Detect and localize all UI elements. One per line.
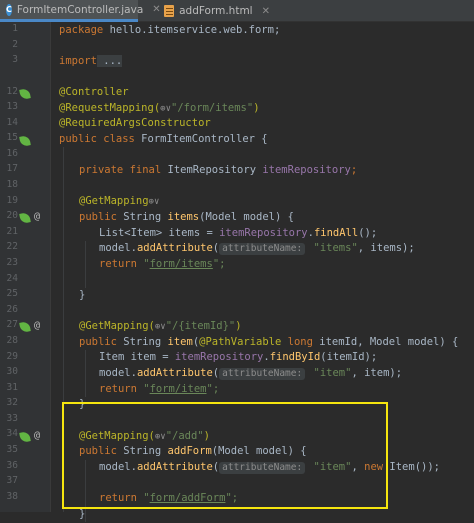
line-number: 21 [6, 226, 18, 237]
line-number: 25 [6, 288, 18, 299]
java-class-icon: C [6, 3, 12, 16]
line-number: 3 [12, 54, 18, 65]
line-number: 34 [6, 428, 18, 439]
line-number: 27 [6, 319, 18, 330]
line-number: 2 [12, 39, 18, 50]
globe-icon[interactable]: ⊕∨ [149, 195, 160, 211]
line-number: 20 [6, 210, 18, 221]
line-number: 17 [6, 163, 18, 174]
code-line-21: public String items(Model model) { [79, 211, 294, 223]
code-line-1: package hello.itemservice.web.form; [59, 24, 281, 36]
tab-label: FormItemController.java [16, 3, 144, 16]
line-number: 37 [6, 475, 18, 486]
line-number: 28 [6, 335, 18, 346]
html-file-icon [164, 5, 175, 17]
line-number: 24 [6, 273, 18, 284]
code-line-18: private final ItemRepository itemReposit… [79, 164, 358, 176]
close-icon[interactable]: ✕ [262, 6, 270, 17]
code-line-39: } [79, 508, 86, 520]
code-line-14: @RequestMapping(⊕∨"/form/items") [59, 101, 260, 117]
code-line-25: } [79, 289, 86, 301]
tab-form-item-controller[interactable]: C FormItemController.java ✕ [0, 0, 161, 22]
line-number: 26 [6, 304, 18, 315]
line-number: 35 [6, 444, 18, 455]
code-line-28: public String item(@PathVariable long it… [79, 336, 459, 348]
tab-label: addForm.html [179, 5, 253, 17]
endpoint-at-icon[interactable]: @ [34, 320, 40, 331]
line-number: 22 [6, 241, 18, 252]
line-number: 38 [6, 491, 18, 502]
line-number: 29 [6, 351, 18, 362]
line-number: 14 [6, 117, 18, 128]
globe-icon[interactable]: ⊕∨ [155, 320, 166, 336]
endpoint-at-icon[interactable]: @ [34, 211, 40, 222]
code-line-13: @Controller [59, 86, 129, 98]
code-line-16: public class FormItemController { [59, 133, 268, 145]
code-line-31: return "form/item"; [99, 383, 220, 395]
line-number: 36 [6, 460, 18, 471]
code-line-3: import ... [59, 55, 123, 67]
line-number: 33 [6, 413, 18, 424]
editor-tab-bar: C FormItemController.java ✕ addForm.html… [0, 0, 474, 22]
code-line-29: Item item = itemRepository.findById(item… [99, 351, 378, 363]
code-line-22: List<Item> items = itemRepository.findAl… [99, 227, 378, 239]
line-number: 19 [6, 195, 18, 206]
code-line-15: @RequiredArgsConstructor [59, 117, 211, 129]
line-number: 15 [6, 132, 18, 143]
line-number: 1 [12, 23, 18, 34]
line-number: 31 [6, 382, 18, 393]
line-number: 32 [6, 397, 18, 408]
parameter-hint: attributeName: [219, 368, 306, 380]
line-number: 12 [6, 86, 18, 97]
line-number: 18 [6, 179, 18, 190]
line-number: 23 [6, 257, 18, 268]
code-line-24: return "form/items"; [99, 258, 226, 270]
line-number: 13 [6, 101, 18, 112]
highlight-box [62, 402, 388, 509]
code-line-23: model.addAttribute(attributeName: "items… [99, 242, 415, 255]
line-number: 16 [6, 148, 18, 159]
parameter-hint: attributeName: [219, 243, 306, 255]
tab-add-form-html[interactable]: addForm.html ✕ [160, 0, 270, 22]
code-line-27: @GetMapping(⊕∨"/{itemId}") [79, 319, 242, 335]
endpoint-at-icon[interactable]: @ [34, 430, 40, 441]
line-number: 30 [6, 366, 18, 377]
code-line-30: model.addAttribute(attributeName: "item"… [99, 367, 403, 380]
code-line-20: @GetMapping⊕∨ [79, 194, 159, 210]
